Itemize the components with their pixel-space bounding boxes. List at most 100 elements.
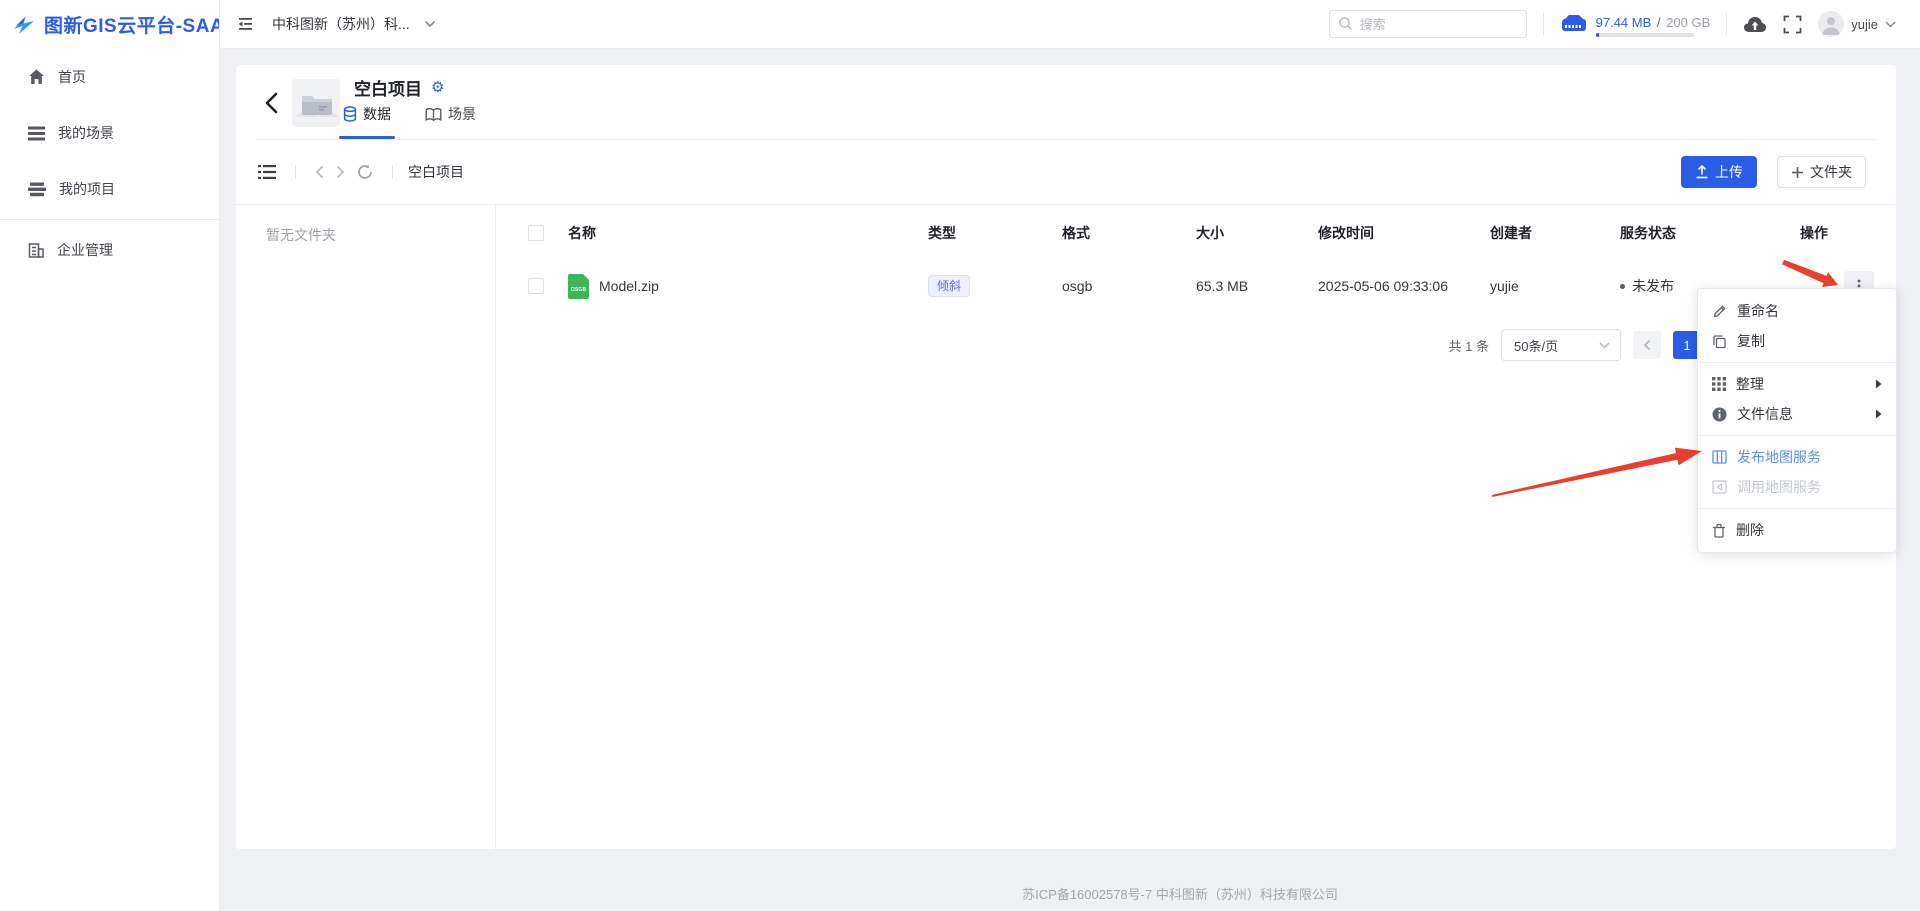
folder-tree-panel: 暂无文件夹	[236, 205, 496, 849]
search-box	[1329, 10, 1527, 38]
menu-item-rename[interactable]: 重命名	[1698, 296, 1896, 326]
tab-scenes[interactable]: 场景	[421, 104, 480, 130]
menu-item-organize[interactable]: 整理	[1698, 369, 1896, 399]
format-cell: osgb	[1062, 278, 1196, 294]
top-bar-right: 97.44 MB / 200 GB	[1329, 10, 1896, 38]
upload-icon	[1695, 165, 1709, 179]
org-name[interactable]: 中科图新（苏州）科...	[272, 14, 410, 34]
empty-folders-text: 暂无文件夹	[266, 227, 336, 243]
column-header-modified[interactable]: 修改时间	[1318, 223, 1490, 243]
toolbar: 空白项目 上传 文件夹	[236, 140, 1896, 205]
file-icon-label: OSGB	[568, 287, 589, 293]
view-list-icon[interactable]	[258, 165, 276, 179]
column-header-actions: 操作	[1800, 223, 1896, 243]
user-chevron-down-icon	[1885, 21, 1896, 28]
column-header-type[interactable]: 类型	[928, 223, 1062, 243]
storage-total: 200 GB	[1666, 15, 1710, 30]
sidebar-item-label: 首页	[58, 67, 86, 87]
gear-icon[interactable]: ⚙	[431, 80, 444, 95]
user-menu[interactable]: yujie	[1818, 11, 1896, 37]
menu-item-invoke-map-service[interactable]: 调用地图服务	[1698, 472, 1896, 502]
storage-text[interactable]: 97.44 MB / 200 GB	[1596, 15, 1711, 30]
sidebar-item-label: 企业管理	[57, 240, 113, 260]
size-cell: 65.3 MB	[1196, 278, 1318, 294]
page-size-select[interactable]: 50条/页	[1501, 329, 1621, 361]
page-size-value: 50条/页	[1514, 336, 1558, 355]
nav-forward-icon[interactable]	[336, 165, 345, 179]
column-header-format[interactable]: 格式	[1062, 223, 1196, 243]
select-all-checkbox[interactable]	[528, 225, 544, 241]
menu-item-label: 重命名	[1737, 301, 1882, 321]
modified-cell: 2025-05-06 09:33:06	[1318, 278, 1490, 294]
menu-item-label: 复制	[1737, 331, 1882, 351]
tab-data[interactable]: 数据	[339, 104, 395, 130]
logo[interactable]: 图新GIS云平台-SAAS	[0, 0, 220, 49]
upload-button-label: 上传	[1715, 162, 1743, 182]
plus-icon	[1791, 166, 1804, 179]
storage-progress-bar	[1596, 33, 1694, 37]
status-text: 未发布	[1632, 276, 1674, 296]
column-header-creator[interactable]: 创建者	[1490, 223, 1620, 243]
trash-icon	[1712, 523, 1726, 538]
pagination: 共 1 条 50条/页 1	[496, 329, 1741, 361]
pencil-icon	[1712, 304, 1727, 319]
submenu-caret-icon	[1875, 409, 1882, 419]
menu-item-delete[interactable]: 删除	[1698, 515, 1896, 545]
copy-icon	[1712, 334, 1727, 349]
osgb-file-icon: OSGB	[568, 274, 589, 299]
menu-item-copy[interactable]: 复制	[1698, 326, 1896, 356]
upload-button[interactable]: 上传	[1681, 156, 1757, 188]
file-table: 名称 类型 格式 大小 修改时间 创建者 服务状态 操作 OSGB Model	[496, 205, 1896, 849]
sidebar-collapse-icon[interactable]	[236, 17, 254, 31]
column-header-size[interactable]: 大小	[1196, 223, 1318, 243]
brand-logo-icon	[12, 13, 36, 37]
menu-item-file-info[interactable]: 文件信息	[1698, 399, 1896, 429]
top-bar: 图新GIS云平台-SAAS 中科图新（苏州）科...	[0, 0, 1920, 49]
grid-icon	[1712, 377, 1726, 391]
menu-item-label: 整理	[1736, 374, 1865, 394]
fullscreen-icon[interactable]	[1783, 15, 1802, 34]
storage-separator: /	[1657, 15, 1661, 30]
sidebar-item-my-scenes[interactable]: 我的场景	[0, 105, 219, 161]
storage-progress-fill	[1596, 33, 1599, 37]
list-icon	[28, 126, 45, 141]
search-input[interactable]	[1329, 10, 1527, 38]
map-icon	[1712, 450, 1727, 464]
nav-back-icon[interactable]	[315, 165, 324, 179]
toolbar-actions: 上传 文件夹	[1681, 156, 1866, 188]
search-icon	[1338, 16, 1353, 31]
back-icon[interactable]	[265, 92, 278, 114]
type-badge: 倾斜	[928, 275, 970, 297]
menu-item-label: 发布地图服务	[1737, 447, 1882, 467]
sidebar-item-label: 我的场景	[58, 123, 114, 143]
book-icon	[425, 107, 442, 122]
row-context-menu: 重命名 复制 整理 文件信息	[1697, 288, 1897, 553]
file-name-cell[interactable]: OSGB Model.zip	[568, 274, 928, 299]
column-header-name[interactable]: 名称	[568, 223, 928, 243]
storage-used: 97.44 MB	[1596, 15, 1652, 30]
hard-drive-icon	[1560, 11, 1588, 37]
project-header: 空白项目 ⚙ 数据	[236, 65, 1896, 140]
sidebar-item-enterprise[interactable]: 企业管理	[0, 222, 219, 278]
menu-item-label: 文件信息	[1737, 404, 1865, 424]
project-thumbnail[interactable]	[292, 79, 340, 127]
layers-stack-icon	[28, 182, 46, 197]
column-header-status[interactable]: 服务状态	[1620, 223, 1800, 243]
building-icon	[28, 243, 44, 258]
divider	[1726, 13, 1727, 35]
sidebar-divider	[0, 219, 219, 220]
cloud-upload-icon[interactable]	[1743, 14, 1767, 34]
sidebar-item-home[interactable]: 首页	[0, 49, 219, 105]
table-row[interactable]: OSGB Model.zip 倾斜 osgb 65.3 MB 2025-05-0…	[496, 261, 1896, 311]
row-checkbox[interactable]	[528, 278, 544, 294]
footer: 苏ICP备16002578号-7 中科图新（苏州）科技有限公司	[440, 875, 1920, 911]
org-chevron-down-icon[interactable]	[424, 20, 436, 28]
file-name[interactable]: Model.zip	[599, 278, 659, 294]
breadcrumb[interactable]: 空白项目	[408, 162, 464, 182]
prev-page-button[interactable]	[1633, 331, 1661, 359]
sidebar-item-my-projects[interactable]: 我的项目	[0, 161, 219, 217]
refresh-icon[interactable]	[357, 164, 373, 180]
new-folder-button[interactable]: 文件夹	[1777, 156, 1866, 188]
menu-item-label: 删除	[1736, 520, 1882, 540]
menu-item-publish-map-service[interactable]: 发布地图服务	[1698, 442, 1896, 472]
